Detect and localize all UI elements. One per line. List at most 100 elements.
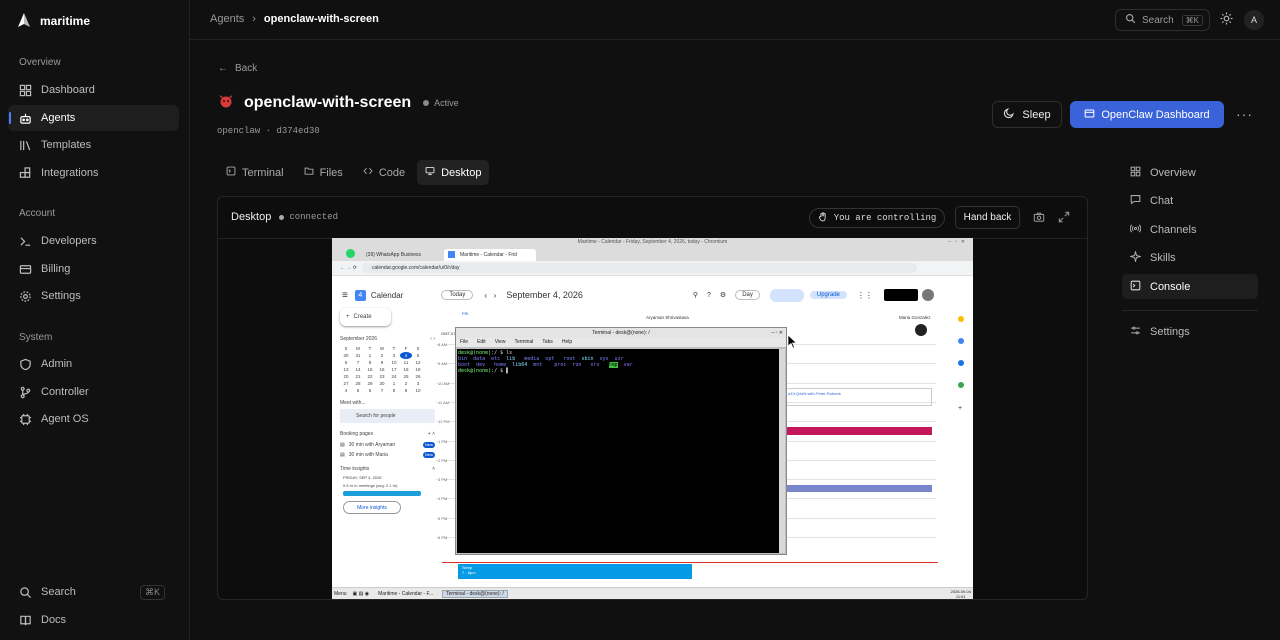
tab-terminal[interactable]: Terminal (218, 160, 292, 185)
calendar-tool-icons[interactable]: ⚲?⚙ (693, 291, 735, 299)
mini-calendar-day[interactable]: 15 (364, 366, 376, 373)
tasks-icon[interactable] (958, 338, 964, 344)
expand-icon[interactable] (1058, 211, 1070, 226)
today-button[interactable]: Today (441, 290, 474, 300)
mini-calendar-day[interactable]: 19 (412, 366, 424, 373)
theme-toggle-sun-icon[interactable] (1220, 12, 1233, 28)
sidebar-item-developers[interactable]: Developers (8, 228, 179, 254)
sleep-event[interactable]: Sleep 7 - 8pm (458, 564, 692, 579)
mini-calendar-day[interactable]: 5 (412, 352, 424, 359)
sidebar-item-controller[interactable]: Controller (8, 379, 179, 405)
upgrade-button[interactable]: Upgrade (809, 291, 847, 299)
hand-back-button[interactable]: Hand back (955, 206, 1020, 229)
calendar-event-magenta[interactable] (785, 427, 932, 435)
mini-calendar-day[interactable]: 9 (376, 359, 388, 366)
mini-calendar-day[interactable]: 8 (388, 387, 400, 394)
mini-calendar-day[interactable]: 24 (388, 373, 400, 380)
sidebar-search[interactable]: Search ⌘K (8, 579, 179, 605)
mini-calendar-day[interactable]: 2 (376, 352, 388, 359)
create-button[interactable]: + Create (340, 308, 391, 326)
contacts-icon[interactable] (958, 360, 964, 366)
mini-calendar-day[interactable]: 6 (364, 387, 376, 394)
mini-calendar-day[interactable]: 3 (412, 380, 424, 387)
search-button[interactable]: Search ⌘K (1115, 9, 1210, 31)
mini-calendar-day[interactable]: 9 (400, 387, 412, 394)
sidebar-item-settings[interactable]: Settings (8, 283, 179, 309)
avatar[interactable]: A (1244, 10, 1264, 30)
taskbar-menu[interactable]: Menu (334, 591, 347, 597)
taskbar-item-browser[interactable]: Maritime - Calendar - F... (375, 591, 436, 597)
terminal-output[interactable]: desk@(none):/ $ ls bin data etc lib media… (457, 349, 780, 553)
terminal-window[interactable]: Terminal - desk@(none): / – ▫ ✕ File Edit… (455, 327, 787, 555)
booking-item[interactable]: ▤ 30 min with Aryaman New (340, 442, 435, 448)
apps-grid-icon[interactable]: ⋮⋮ (857, 291, 873, 300)
mini-calendar-day[interactable]: 31 (352, 352, 364, 359)
tab-desktop[interactable]: Desktop (417, 160, 490, 185)
mini-calendar-day[interactable]: 4 (400, 352, 412, 359)
more-insights-button[interactable]: More insights (343, 501, 401, 514)
mini-calendar-day[interactable]: 7 (352, 359, 364, 366)
right-nav-overview[interactable]: Overview (1122, 160, 1258, 185)
sidebar-item-integrations[interactable]: Integrations (8, 160, 179, 186)
user-avatar[interactable] (921, 289, 934, 301)
keep-icon[interactable] (958, 316, 964, 322)
mini-calendar-day[interactable]: 6 (340, 359, 352, 366)
menu-icon[interactable]: ≡ (342, 290, 348, 301)
mini-calendar-day[interactable]: 7 (376, 387, 388, 394)
openclaw-dashboard-button[interactable]: OpenClaw Dashboard (1070, 101, 1224, 128)
sleep-button[interactable]: Sleep (992, 101, 1062, 128)
terminal-menu-item[interactable]: Terminal (514, 339, 533, 345)
mini-calendar-day[interactable]: 26 (412, 373, 424, 380)
mini-calendar-day[interactable]: 5 (352, 387, 364, 394)
browser-tab-whatsapp[interactable]: (39) WhatsApp Business (350, 249, 442, 261)
tab-code[interactable]: Code (355, 160, 413, 185)
terminal-scrollbar[interactable] (779, 349, 785, 553)
mini-calendar-day[interactable]: 25 (400, 373, 412, 380)
mini-calendar-day[interactable]: 29 (364, 380, 376, 387)
calendar-event[interactable]: a19-QdzN-with-Peter-Roberts (785, 388, 932, 406)
taskbar-item-terminal[interactable]: Terminal - desk@(none): / (442, 589, 508, 598)
mini-calendar-day[interactable]: 4 (340, 387, 352, 394)
sidebar-item-agents[interactable]: Agents (8, 105, 179, 131)
mini-calendar-day[interactable]: 18 (400, 366, 412, 373)
camera-icon[interactable] (1033, 211, 1045, 226)
mini-calendar-day[interactable]: 30 (340, 352, 352, 359)
calendar-event-purple[interactable] (785, 485, 932, 492)
mini-calendar-day[interactable]: 27 (340, 380, 352, 387)
more-options-icon[interactable]: ··· (1236, 106, 1253, 122)
taskbar-launchers-icon[interactable]: ▣ ▤ ◉ (353, 591, 370, 597)
brand[interactable]: maritime (16, 10, 90, 32)
mini-calendar-day[interactable]: 22 (364, 373, 376, 380)
sidebar-item-dashboard[interactable]: Dashboard (8, 77, 179, 103)
browser-tab-calendar[interactable]: Maritime - Calendar - Frid (444, 249, 536, 261)
terminal-menu-item[interactable]: View (495, 339, 506, 345)
right-nav-skills[interactable]: Skills (1122, 245, 1258, 270)
breadcrumb-agents[interactable]: Agents (210, 13, 244, 25)
back-link[interactable]: ← Back (218, 63, 257, 74)
mini-calendar-day[interactable]: 13 (340, 366, 352, 373)
mini-calendar-day[interactable]: 1 (388, 380, 400, 387)
calendar-task-toggle[interactable] (769, 288, 804, 302)
tab-files[interactable]: Files (296, 160, 351, 185)
mini-calendar-day[interactable]: 14 (352, 366, 364, 373)
right-nav-chat[interactable]: Chat (1122, 188, 1258, 213)
mini-calendar-day[interactable]: 2 (400, 380, 412, 387)
mini-calendar-day[interactable]: 10 (388, 359, 400, 366)
view-select[interactable]: Day (735, 290, 760, 300)
mini-calendar-day[interactable]: 17 (388, 366, 400, 373)
mini-calendar-day[interactable]: 30 (376, 380, 388, 387)
mini-calendar-day[interactable]: 16 (376, 366, 388, 373)
maps-icon[interactable] (958, 382, 964, 388)
mini-calendar-day[interactable]: 28 (352, 380, 364, 387)
mini-calendar-day[interactable]: 1 (364, 352, 376, 359)
nav-arrows-icon[interactable]: ← → ⟳ (340, 265, 357, 271)
address-bar[interactable]: calendar.google.com/calendar/u/0/r/day (361, 263, 917, 273)
prev-next-icon[interactable]: ‹ › (484, 291, 496, 300)
mini-calendar-day[interactable]: 10 (412, 387, 424, 394)
terminal-menu-item[interactable]: Tabs (542, 339, 553, 345)
terminal-menu-item[interactable]: Help (562, 339, 572, 345)
sidebar-docs[interactable]: Docs (8, 607, 179, 633)
window-controls-icon[interactable]: –▫✕ (948, 238, 969, 247)
search-people-input[interactable]: Search for people (340, 409, 435, 423)
add-addon-icon[interactable]: + (958, 405, 962, 412)
